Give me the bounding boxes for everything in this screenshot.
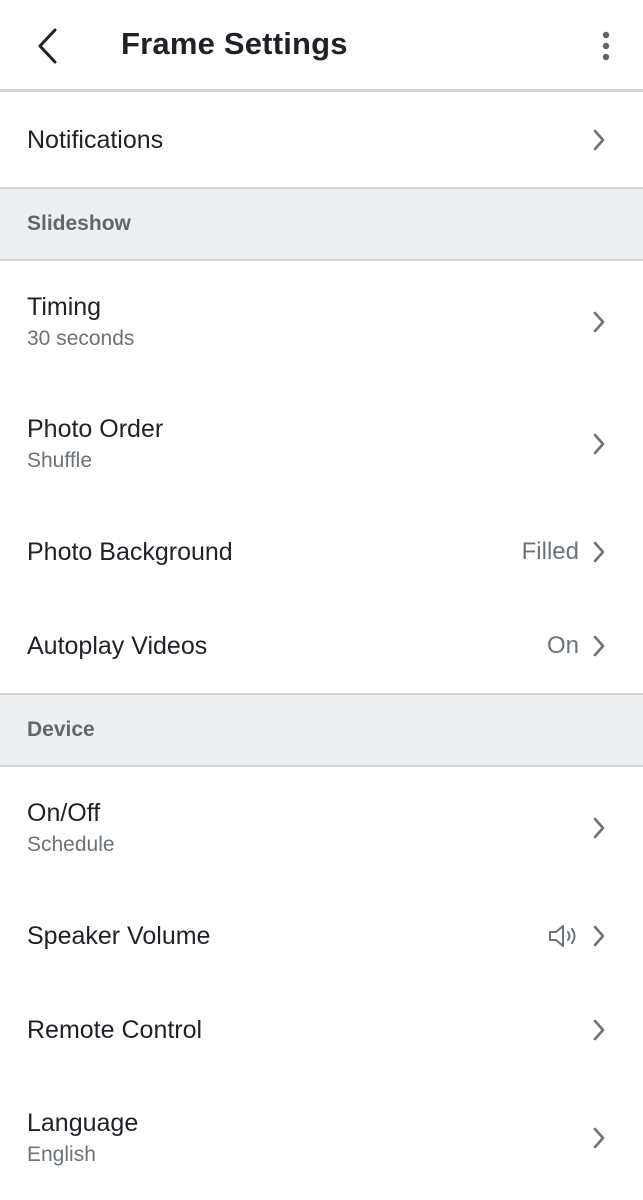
row-text: Timing 30 seconds <box>27 291 591 353</box>
on-off-row[interactable]: On/Off Schedule <box>0 767 643 889</box>
row-label: On/Off <box>27 799 101 827</box>
chevron-right-icon <box>591 432 607 456</box>
chevron-right-icon <box>591 1018 607 1042</box>
row-text: Photo Background <box>27 536 522 568</box>
chevron-right-icon <box>591 634 607 658</box>
row-label: Language <box>27 1109 139 1137</box>
chevron-right-icon <box>591 128 607 152</box>
row-value: Filled <box>521 538 579 565</box>
autoplay-videos-row[interactable]: Autoplay Videos On <box>0 599 643 693</box>
row-label: Speaker Volume <box>27 922 211 950</box>
notifications-row[interactable]: Notifications <box>0 92 643 187</box>
language-row[interactable]: Language English <box>0 1077 643 1199</box>
chevron-right-icon <box>591 924 607 948</box>
chevron-right-icon <box>591 310 607 334</box>
section-header-device: Device <box>0 693 643 767</box>
row-value: On <box>546 632 579 659</box>
back-button[interactable] <box>28 22 68 70</box>
row-text: Autoplay Videos <box>27 630 547 662</box>
row-sublabel: Shuffle <box>27 449 92 472</box>
row-text: Language English <box>27 1107 591 1169</box>
row-label: Photo Background <box>27 538 233 566</box>
row-text: On/Off Schedule <box>27 797 591 859</box>
section-label: Slideshow <box>27 212 131 235</box>
chevron-right-icon <box>591 816 607 840</box>
speaker-volume-row[interactable]: Speaker Volume <box>0 889 643 983</box>
row-label: Autoplay Videos <box>27 632 208 660</box>
page-title: Frame Settings <box>121 26 348 61</box>
photo-order-row[interactable]: Photo Order Shuffle <box>0 383 643 505</box>
row-label: Timing <box>27 293 102 321</box>
row-text: Remote Control <box>27 1014 591 1046</box>
more-options-button[interactable] <box>591 24 621 68</box>
remote-control-row[interactable]: Remote Control <box>0 983 643 1077</box>
row-text: Photo Order Shuffle <box>27 413 591 475</box>
chevron-right-icon <box>591 1126 607 1150</box>
top-app-bar: Frame Settings <box>0 0 643 92</box>
section-header-slideshow: Slideshow <box>0 187 643 261</box>
more-vert-icon <box>602 31 610 61</box>
row-sublabel: English <box>27 1143 96 1166</box>
timing-row[interactable]: Timing 30 seconds <box>0 261 643 383</box>
app-root: Frame Settings Notifications Slideshow T… <box>0 0 643 1200</box>
photo-background-row[interactable]: Photo Background Filled <box>0 505 643 599</box>
row-text: Notifications <box>27 124 591 156</box>
row-sublabel: 30 seconds <box>27 327 135 350</box>
speaker-icon <box>547 923 579 949</box>
section-label: Device <box>27 718 95 741</box>
row-label: Photo Order <box>27 415 164 443</box>
row-sublabel: Schedule <box>27 833 115 856</box>
chevron-right-icon <box>591 540 607 564</box>
row-text: Speaker Volume <box>27 920 547 952</box>
row-label: Notifications <box>27 125 164 154</box>
row-label: Remote Control <box>27 1016 203 1044</box>
chevron-left-icon <box>38 28 57 64</box>
